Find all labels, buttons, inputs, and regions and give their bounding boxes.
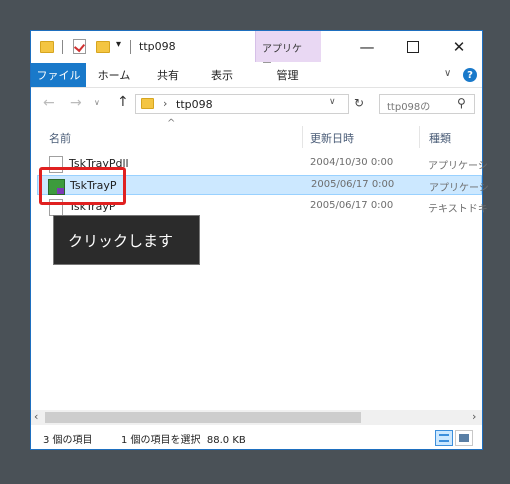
search-placeholder: ttp098の xyxy=(387,102,431,113)
maximize-button[interactable] xyxy=(391,31,435,62)
context-tab-application: アプリケー... xyxy=(255,31,321,70)
minimize-button[interactable]: — xyxy=(345,31,389,62)
file-date: 2004/10/30 0:00 xyxy=(310,157,394,168)
selection-info: 1 個の項目を選択 88.0 KB xyxy=(121,435,246,446)
title-bar: ▾ ttp098 アプリケー... — ✕ xyxy=(31,31,482,70)
sort-ascending-icon: ^ xyxy=(167,118,176,129)
file-type: テキストドキ xyxy=(428,204,488,215)
tab-manage[interactable]: 管理 xyxy=(255,63,320,87)
folder-icon xyxy=(141,98,154,109)
close-button[interactable]: ✕ xyxy=(437,31,481,62)
properties-icon[interactable] xyxy=(73,39,86,54)
explorer-window: ▾ ttp098 アプリケー... — ✕ ファイル ホーム 共有 表示 管理 … xyxy=(30,30,489,450)
large-icons-view-button[interactable] xyxy=(455,430,473,446)
tab-home[interactable]: ホーム xyxy=(89,63,139,87)
tab-share[interactable]: 共有 xyxy=(143,63,193,87)
file-type: アプリケーシ xyxy=(429,183,489,194)
file-date: 2005/06/17 0:00 xyxy=(311,179,395,190)
column-type[interactable]: 種類 xyxy=(429,130,451,146)
file-date: 2005/06/17 0:00 xyxy=(310,200,394,211)
details-view-icon xyxy=(439,434,449,442)
address-dropdown-icon[interactable]: ∨ xyxy=(329,97,336,107)
highlight-box xyxy=(39,167,126,205)
item-count: 3 個の項目 xyxy=(43,435,93,446)
refresh-icon[interactable]: ↻ xyxy=(354,96,364,110)
search-icon[interactable]: ⚲ xyxy=(457,96,466,110)
file-type: アプリケーシ xyxy=(428,161,488,172)
breadcrumb[interactable]: ttp098 xyxy=(176,98,213,111)
up-icon[interactable]: ↑ xyxy=(117,94,129,110)
minimize-icon: — xyxy=(359,37,375,56)
scroll-right-icon[interactable]: › xyxy=(472,410,476,423)
scroll-left-icon[interactable]: ‹ xyxy=(34,410,38,423)
breadcrumb-chevron-icon: › xyxy=(163,97,168,110)
new-folder-icon[interactable] xyxy=(96,41,110,53)
help-button[interactable]: ? xyxy=(463,68,477,82)
ribbon-tabs: ファイル ホーム 共有 表示 管理 ∨ ? xyxy=(31,63,482,88)
column-headers: ^ 名前 更新日時 種類 xyxy=(31,118,482,148)
column-name[interactable]: 名前 xyxy=(49,130,71,146)
close-icon: ✕ xyxy=(452,37,466,56)
forward-icon[interactable]: → xyxy=(70,95,82,111)
details-view-button[interactable] xyxy=(435,430,453,446)
click-tooltip: クリックします xyxy=(53,215,200,265)
navigation-bar: ← → ∨ ↑ › ttp098 ∨ ↻ ttp098の ⚲ xyxy=(31,88,482,120)
tab-file[interactable]: ファイル xyxy=(31,63,86,87)
column-date[interactable]: 更新日時 xyxy=(310,130,354,146)
column-divider[interactable] xyxy=(419,126,420,148)
qat-separator xyxy=(130,40,131,54)
large-icons-view-icon xyxy=(459,434,469,442)
address-bar[interactable]: › ttp098 ∨ xyxy=(135,94,349,114)
ribbon-expand-icon[interactable]: ∨ xyxy=(444,68,451,79)
tab-view[interactable]: 表示 xyxy=(197,63,247,87)
horizontal-scrollbar[interactable]: ‹ › xyxy=(31,410,482,425)
search-input[interactable]: ttp098の ⚲ xyxy=(379,94,475,114)
status-bar: 3 個の項目 1 個の項目を選択 88.0 KB xyxy=(31,427,482,449)
back-icon[interactable]: ← xyxy=(43,95,55,111)
scrollbar-thumb[interactable] xyxy=(45,412,361,423)
qat-dropdown-icon[interactable]: ▾ xyxy=(116,39,121,50)
maximize-icon xyxy=(407,40,419,53)
recent-locations-icon[interactable]: ∨ xyxy=(94,98,100,107)
qat-separator xyxy=(62,40,63,54)
window-title: ttp098 xyxy=(139,40,176,53)
folder-icon xyxy=(40,41,54,53)
column-divider[interactable] xyxy=(302,126,303,148)
